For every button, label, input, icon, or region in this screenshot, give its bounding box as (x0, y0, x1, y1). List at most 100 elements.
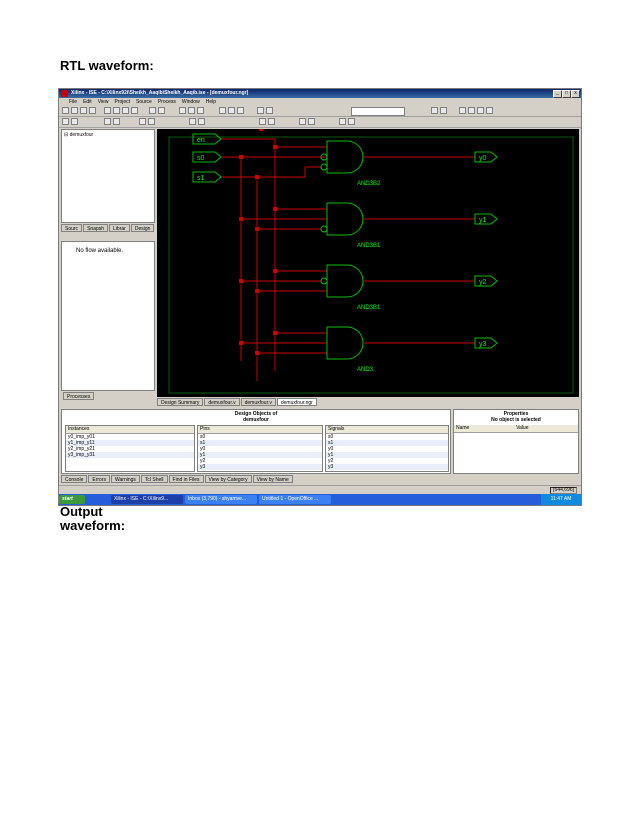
schematic-viewer[interactable]: en s0 s1 y0 y1 y2 y3 AND3B2 AND3B1 AND3B… (157, 129, 579, 397)
sources-tabs: Sourc Snapsh Librar Design (61, 224, 155, 232)
schematic-canvas: en s0 s1 y0 y1 y2 y3 AND3B2 AND3B1 AND3B… (168, 129, 574, 394)
settings-icon[interactable] (459, 107, 466, 114)
tab-demuxfour-v-2[interactable]: demuxfour.v (240, 398, 276, 406)
tab-design[interactable]: Design (130, 224, 155, 232)
tab-view-by-category[interactable]: View by Category (204, 475, 252, 483)
tab-snapshots[interactable]: Snapsh (83, 224, 109, 232)
zoom-fit-icon[interactable] (197, 107, 204, 114)
gate-0 (326, 140, 364, 174)
minimize-button[interactable]: _ (553, 90, 562, 98)
pan-icon[interactable] (198, 118, 205, 125)
tab-design-summary[interactable]: Design Summary (157, 398, 204, 406)
tab-find-in-files[interactable]: Find in Files (168, 475, 204, 483)
symbol-icon[interactable] (268, 118, 275, 125)
properties-panel: Properties No object is selected Name Va… (453, 409, 579, 474)
tab-warnings[interactable]: Warnings (110, 475, 140, 483)
list-item[interactable]: y3 (326, 464, 448, 470)
pins-list[interactable]: Pins s0 s1 y0 y1 y2 y3 (197, 425, 323, 472)
instances-list[interactable]: Instances y0_imp_y01 y1_imp_y11 y2_imp_y… (65, 425, 195, 472)
label-gate-1: AND3B1 (357, 243, 381, 249)
zoom-in-icon[interactable] (179, 107, 186, 114)
start-button[interactable]: start (59, 495, 85, 504)
tab-libraries[interactable]: Librar (109, 224, 130, 232)
select-icon[interactable] (139, 118, 146, 125)
cascade-icon[interactable] (228, 107, 235, 114)
run-icon[interactable] (440, 107, 447, 114)
tab-view-by-name[interactable]: View by Name (252, 475, 293, 483)
export-icon[interactable] (339, 118, 346, 125)
menu-source[interactable]: Source (136, 98, 152, 106)
window-icon[interactable] (219, 107, 226, 114)
signals-list[interactable]: Signals s0 s1 y0 y1 y2 y3 (325, 425, 449, 472)
find-icon[interactable] (266, 107, 273, 114)
layout-icon[interactable] (477, 107, 484, 114)
tab-demuxfour-v-1[interactable]: demuxfour.v (204, 398, 240, 406)
tile-icon[interactable] (237, 107, 244, 114)
tab-demuxfour-ngr[interactable]: demuxfour.ngr (276, 398, 317, 406)
paste-icon[interactable] (122, 107, 129, 114)
tree-item-demuxfour[interactable]: ⊟ demuxfour (62, 132, 154, 138)
delete-icon[interactable] (131, 107, 138, 114)
new-file-icon[interactable] (62, 107, 69, 114)
tab-processes[interactable]: Processes (63, 392, 95, 400)
tab-console[interactable]: Console (61, 475, 88, 483)
cut-icon[interactable] (104, 107, 111, 114)
design-objects-panel: Design Objects of demuxfour Instances y0… (61, 409, 451, 474)
properties-name-column[interactable]: Name (454, 425, 515, 433)
list-item[interactable]: y3 (198, 464, 322, 470)
tree-expander-icon[interactable]: ⊟ (64, 132, 68, 138)
wire-icon[interactable] (148, 118, 155, 125)
label-y3: y3 (479, 341, 487, 348)
list-item[interactable]: y3_imp_y31 (66, 452, 194, 458)
open-file-icon[interactable] (71, 107, 78, 114)
menu-edit[interactable]: Edit (83, 98, 92, 106)
forward-icon[interactable] (71, 118, 78, 125)
label-en: en (197, 137, 205, 144)
label-y1: y1 (479, 217, 487, 224)
redo-icon[interactable] (158, 107, 165, 114)
label-y0: y0 (479, 155, 487, 162)
menu-file[interactable]: File (69, 98, 77, 106)
tab-sources[interactable]: Sourc (61, 224, 83, 232)
menu-bar: File Edit View Project Source Process Wi… (59, 98, 581, 106)
menu-view[interactable]: View (98, 98, 109, 106)
taskbar-item-ise[interactable]: Xilinx - ISE - C:\Xilinx9... (111, 495, 183, 504)
signals-header[interactable]: Signals (326, 426, 448, 434)
maximize-button[interactable]: □ (562, 90, 571, 98)
print-icon[interactable] (89, 107, 96, 114)
pop-icon[interactable] (308, 118, 315, 125)
close-button[interactable]: x (571, 90, 580, 98)
sources-panel: ⊟ demuxfour (61, 129, 155, 223)
tools-icon[interactable] (468, 107, 475, 114)
refresh-icon[interactable] (348, 118, 355, 125)
pins-header[interactable]: Pins (198, 426, 322, 434)
label-s0: s0 (197, 155, 205, 162)
align-icon[interactable] (104, 118, 111, 125)
zoom-out-icon[interactable] (188, 107, 195, 114)
gate-1 (326, 202, 364, 236)
push-icon[interactable] (299, 118, 306, 125)
check-icon[interactable] (431, 107, 438, 114)
tab-tcl-shell[interactable]: Tcl Shell (140, 475, 168, 483)
taskbar-item-inbox[interactable]: Inbox (3,790) - shyamve... (185, 495, 257, 504)
wizard-icon[interactable] (257, 107, 264, 114)
junction-dots (239, 129, 277, 355)
save-icon[interactable] (80, 107, 87, 114)
menu-help[interactable]: Help (206, 98, 216, 106)
back-icon[interactable] (62, 118, 69, 125)
taskbar-item-openoffice[interactable]: Untitled 1 - OpenOffice ... (259, 495, 331, 504)
tab-errors[interactable]: Errors (88, 475, 110, 483)
properties-value-column[interactable]: Value (514, 425, 578, 433)
menu-process[interactable]: Process (158, 98, 176, 106)
window-titlebar: Xilinx - ISE - C:\Xilinx92i\Sheikh_Aaqib… (59, 89, 581, 98)
menu-window[interactable]: Window (182, 98, 200, 106)
instances-header[interactable]: Instances (66, 426, 194, 434)
copy-icon[interactable] (113, 107, 120, 114)
indent-icon[interactable] (113, 118, 120, 125)
menu-project[interactable]: Project (114, 98, 130, 106)
grid-icon[interactable] (486, 107, 493, 114)
search-combo[interactable] (351, 107, 405, 116)
schematic-icon[interactable] (259, 118, 266, 125)
pointer-icon[interactable] (189, 118, 196, 125)
undo-icon[interactable] (149, 107, 156, 114)
